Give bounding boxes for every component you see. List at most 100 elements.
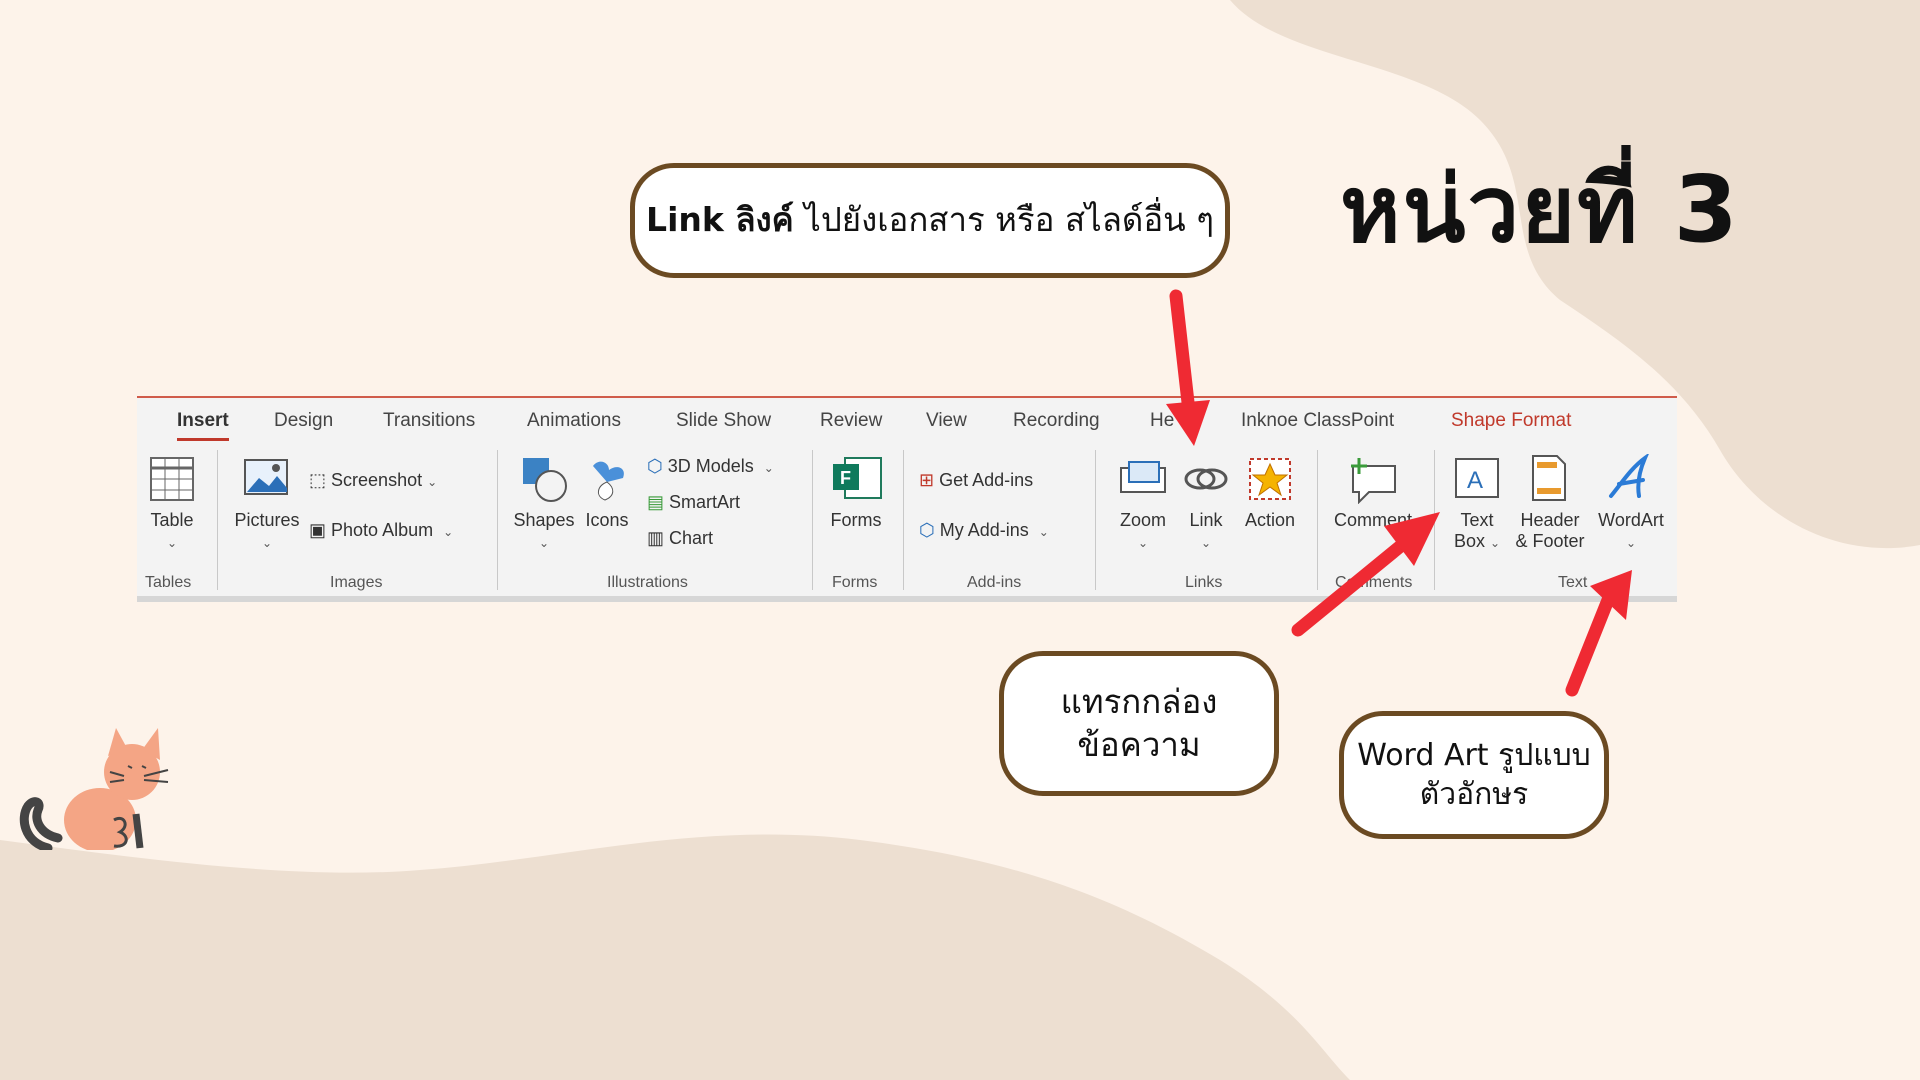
zoom-chevron-icon: ⌄	[1137, 536, 1149, 550]
link-callout: Link ลิงค์ ไปยังเอกสาร หรือ สไลด์อื่น ๆ	[630, 163, 1230, 278]
header-footer-label-1: Header	[1520, 510, 1580, 530]
bottom-left-blob	[0, 834, 1350, 1080]
tab-animations[interactable]: Animations	[527, 410, 621, 432]
pictures-button[interactable]: Pictures ⌄	[229, 510, 305, 552]
smartart-button[interactable]: ▤ SmartArt	[647, 492, 740, 513]
shapes-label: Shapes	[513, 510, 575, 530]
tab-insert[interactable]: Insert	[177, 410, 229, 441]
link-icon[interactable]	[1183, 460, 1229, 498]
table-label: Table	[150, 510, 194, 530]
tab-help[interactable]: He	[1150, 410, 1174, 432]
link-callout-bold: Link ลิงค์	[646, 200, 794, 240]
cube-icon: ⬡	[647, 456, 663, 476]
3d-models-button[interactable]: ⬡ 3D Models ⌄	[647, 456, 774, 477]
svg-text:A: A	[1467, 467, 1483, 494]
group-links: Links	[1185, 574, 1223, 591]
text-box-label-1: Text	[1460, 510, 1494, 530]
separator	[217, 450, 218, 590]
comment-icon[interactable]	[1347, 456, 1399, 504]
wordart-button[interactable]: WordArt ⌄	[1595, 510, 1667, 552]
screenshot-label: Screenshot	[331, 470, 423, 490]
screenshot-icon: ⬚	[309, 470, 327, 490]
separator	[903, 450, 904, 590]
powerpoint-insert-ribbon: Insert Design Transitions Animations Sli…	[137, 396, 1677, 602]
photo-album-button[interactable]: ▣ Photo Album ⌄	[309, 520, 453, 541]
action-icon[interactable]	[1247, 456, 1293, 502]
tab-shape-format[interactable]: Shape Format	[1451, 410, 1571, 432]
pictures-icon[interactable]	[243, 458, 289, 498]
my-addins-button[interactable]: ⬡ My Add-ins ⌄	[919, 520, 1049, 541]
group-tables: Tables	[145, 574, 192, 591]
group-forms: Forms	[832, 574, 878, 591]
tab-slide-show[interactable]: Slide Show	[676, 410, 771, 432]
chart-button[interactable]: ▥ Chart	[647, 528, 713, 549]
link-button[interactable]: Link ⌄	[1177, 510, 1235, 552]
ribbon-tabs: Insert Design Transitions Animations Sli…	[137, 398, 1677, 441]
group-addins: Add-ins	[967, 574, 1022, 591]
forms-button[interactable]: Forms	[823, 510, 889, 531]
photo-album-icon: ▣	[309, 520, 327, 540]
separator	[1434, 450, 1435, 590]
separator	[1095, 450, 1096, 590]
tab-recording[interactable]: Recording	[1013, 410, 1100, 432]
get-addins-button[interactable]: ⊞ Get Add-ins	[919, 470, 1033, 491]
icons-button[interactable]: Icons	[579, 510, 635, 531]
group-illustrations: Illustrations	[607, 574, 688, 591]
comment-button[interactable]: Comment	[1331, 510, 1415, 531]
separator	[812, 450, 813, 590]
shapes-chevron-icon: ⌄	[538, 536, 550, 550]
wordart-chevron-icon: ⌄	[1625, 536, 1637, 550]
header-footer-icon[interactable]	[1529, 454, 1569, 504]
pictures-label: Pictures	[234, 510, 300, 530]
screenshot-chevron-icon: ⌄	[427, 475, 438, 489]
header-footer-button[interactable]: Header & Footer	[1511, 510, 1589, 552]
photo-album-chevron-icon: ⌄	[443, 525, 454, 539]
tab-design[interactable]: Design	[274, 410, 333, 432]
textbox-callout: แทรกกล่อง ข้อความ	[999, 651, 1279, 796]
wordart-callout-line1: Word Art รูปแบบ	[1357, 738, 1591, 773]
smartart-label: SmartArt	[669, 492, 741, 512]
pictures-chevron-icon: ⌄	[261, 536, 273, 550]
wordart-label: WordArt	[1598, 510, 1664, 530]
screenshot-button[interactable]: ⬚ Screenshot ⌄	[309, 470, 437, 491]
separator	[1317, 450, 1318, 590]
tab-inknoe-classpoint[interactable]: Inknoe ClassPoint	[1241, 410, 1394, 432]
forms-icon[interactable]: F	[831, 456, 883, 500]
wordart-callout: Word Art รูปแบบ ตัวอักษร	[1339, 711, 1609, 839]
store-icon: ⊞	[919, 470, 935, 490]
tab-view[interactable]: View	[926, 410, 967, 432]
icons-icon[interactable]	[585, 456, 631, 504]
tab-transitions[interactable]: Transitions	[383, 410, 475, 432]
icons-label: Icons	[585, 510, 629, 530]
action-label: Action	[1244, 510, 1296, 530]
table-button[interactable]: Table ⌄	[147, 510, 197, 552]
action-button[interactable]: Action	[1237, 510, 1303, 531]
link-callout-text: ไปยังเอกสาร หรือ สไลด์อื่น ๆ	[793, 200, 1214, 240]
group-text: Text	[1558, 574, 1588, 591]
chart-icon: ▥	[647, 528, 665, 548]
table-icon[interactable]	[149, 456, 195, 502]
separator	[497, 450, 498, 590]
3d-models-chevron-icon: ⌄	[763, 461, 774, 475]
header-footer-label-2: & Footer	[1515, 531, 1585, 551]
text-box-label-2: Box	[1453, 531, 1485, 551]
cat-icon	[19, 728, 169, 850]
zoom-button[interactable]: Zoom ⌄	[1111, 510, 1175, 552]
addins-icon: ⬡	[919, 520, 935, 540]
comment-label: Comment	[1333, 510, 1413, 530]
text-box-button[interactable]: Text Box ⌄	[1449, 510, 1505, 552]
shapes-button[interactable]: Shapes ⌄	[511, 510, 577, 552]
group-comments: Comments	[1335, 574, 1413, 591]
link-label: Link	[1189, 510, 1223, 530]
chart-label: Chart	[669, 528, 714, 548]
forms-label: Forms	[830, 510, 882, 530]
wordart-icon[interactable]	[1605, 454, 1653, 502]
photo-album-label: Photo Album	[331, 520, 434, 540]
text-box-icon[interactable]: A	[1453, 456, 1501, 502]
slide-title: หน่วยที่ 3	[1340, 156, 1740, 263]
zoom-icon[interactable]	[1119, 460, 1167, 496]
tab-review[interactable]: Review	[820, 410, 882, 432]
my-addins-chevron-icon: ⌄	[1038, 525, 1049, 539]
textbox-callout-line2: ข้อความ	[1077, 724, 1201, 764]
shapes-icon[interactable]	[521, 456, 569, 504]
